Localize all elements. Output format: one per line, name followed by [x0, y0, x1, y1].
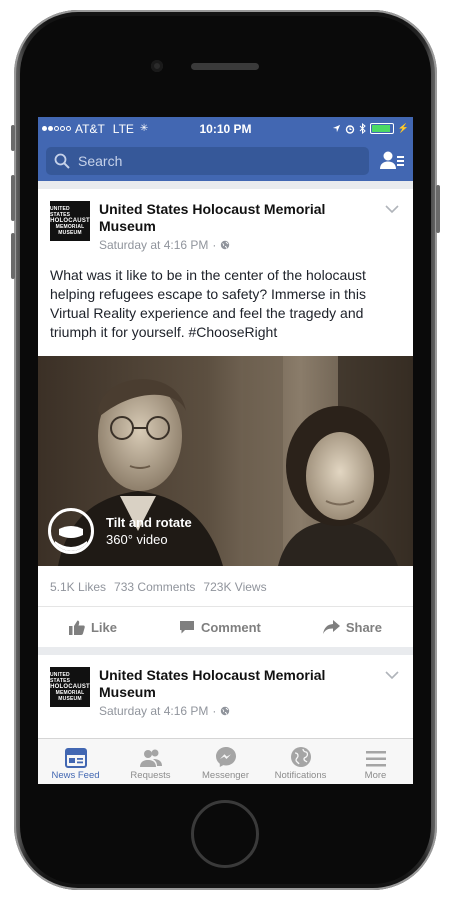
likes-count[interactable]: 5.1K Likes: [50, 580, 106, 594]
logo-text-line: UNITED STATES: [50, 672, 71, 684]
page-name-link[interactable]: United States Holocaust Memorial Museum: [99, 201, 339, 235]
share-label: Share: [345, 619, 382, 635]
feed-post: UNITED STATES HOLOCAUST MEMORIAL MUSEUM …: [38, 189, 413, 647]
friends-list-icon[interactable]: [379, 148, 405, 174]
tab-notifications[interactable]: Notifications: [263, 739, 338, 784]
volume-down-button: [11, 233, 15, 279]
page-avatar[interactable]: UNITED STATES HOLOCAUST MEMORIAL MUSEUM: [50, 201, 90, 241]
search-bar: Search: [38, 140, 413, 181]
comments-count[interactable]: 733 Comments: [114, 580, 195, 594]
comment-icon: [179, 620, 194, 633]
more-icon: [365, 751, 386, 767]
mute-switch: [11, 125, 15, 151]
news-feed-icon: [64, 748, 87, 768]
phone-screen: AT&T LTE ✳ 10:10 PM ⚡ Search UNITED STAT…: [38, 117, 413, 784]
search-icon: [54, 153, 70, 169]
like-button[interactable]: Like: [68, 619, 117, 635]
video-player[interactable]: Tilt and rotate 360° video: [38, 356, 413, 566]
video-360-overlay: Tilt and rotate 360° video: [48, 508, 192, 554]
tab-news-feed[interactable]: News Feed: [38, 739, 113, 784]
bottom-tab-bar: News Feed Requests Messenger Notificatio…: [38, 738, 413, 784]
chevron-down-icon[interactable]: [385, 205, 399, 214]
tab-more[interactable]: More: [338, 739, 413, 784]
notifications-icon: [290, 747, 311, 767]
comment-button[interactable]: Comment: [179, 620, 261, 635]
earpiece-speaker: [191, 63, 259, 70]
tab-messenger[interactable]: Messenger: [188, 739, 263, 784]
status-time: 10:10 PM: [199, 121, 252, 136]
post-message: What was it like to be in the center of …: [50, 267, 366, 340]
like-label: Like: [90, 619, 117, 635]
logo-text-line: MUSEUM: [58, 230, 82, 236]
tab-label: Notifications: [274, 770, 327, 781]
panorama-360-icon: [48, 508, 94, 554]
tab-requests[interactable]: Requests: [113, 739, 188, 784]
page-name-link[interactable]: United States Holocaust Memorial Museum: [99, 667, 339, 701]
video-hint-title: Tilt and rotate: [106, 515, 192, 530]
tab-label: Requests: [130, 770, 171, 781]
battery-icon: [369, 123, 394, 134]
post-stats: 5.1K Likes 733 Comments 723K Views: [38, 566, 413, 607]
thumbs-up-icon: [68, 620, 85, 635]
power-button: [436, 185, 440, 233]
post-timestamp[interactable]: Saturday at 4:16 PM: [99, 238, 208, 252]
globe-icon: [221, 706, 230, 716]
post-header: UNITED STATES HOLOCAUST MEMORIAL MUSEUM …: [38, 655, 413, 724]
search-input[interactable]: Search: [46, 146, 369, 175]
logo-text-line: MUSEUM: [58, 696, 82, 702]
globe-icon: [221, 240, 230, 250]
comment-label: Comment: [200, 619, 261, 635]
separator-dot: ·: [212, 704, 217, 718]
share-button[interactable]: Share: [322, 619, 382, 635]
search-placeholder: Search: [78, 152, 123, 169]
post-actions: Like Comment Share: [38, 607, 413, 647]
logo-text-line: UNITED STATES: [50, 206, 71, 218]
home-button[interactable]: [191, 800, 259, 868]
post-header: UNITED STATES HOLOCAUST MEMORIAL MUSEUM …: [38, 189, 413, 258]
volume-up-button: [11, 175, 15, 221]
video-type-label: 360° video: [106, 532, 168, 547]
share-icon: [322, 620, 340, 634]
requests-icon: [139, 749, 162, 767]
post-timestamp[interactable]: Saturday at 4:16 PM: [99, 704, 208, 718]
page-avatar[interactable]: UNITED STATES HOLOCAUST MEMORIAL MUSEUM: [50, 667, 90, 707]
views-count[interactable]: 723K Views: [203, 580, 266, 594]
tab-label: News Feed: [51, 770, 100, 781]
tab-label: Messenger: [202, 770, 249, 781]
status-bar: AT&T LTE ✳ 10:10 PM ⚡: [38, 117, 413, 140]
tab-label: More: [364, 770, 387, 781]
chevron-down-icon[interactable]: [385, 671, 399, 680]
front-camera: [151, 60, 163, 72]
messenger-icon: [215, 747, 236, 767]
separator-dot: ·: [212, 238, 217, 252]
